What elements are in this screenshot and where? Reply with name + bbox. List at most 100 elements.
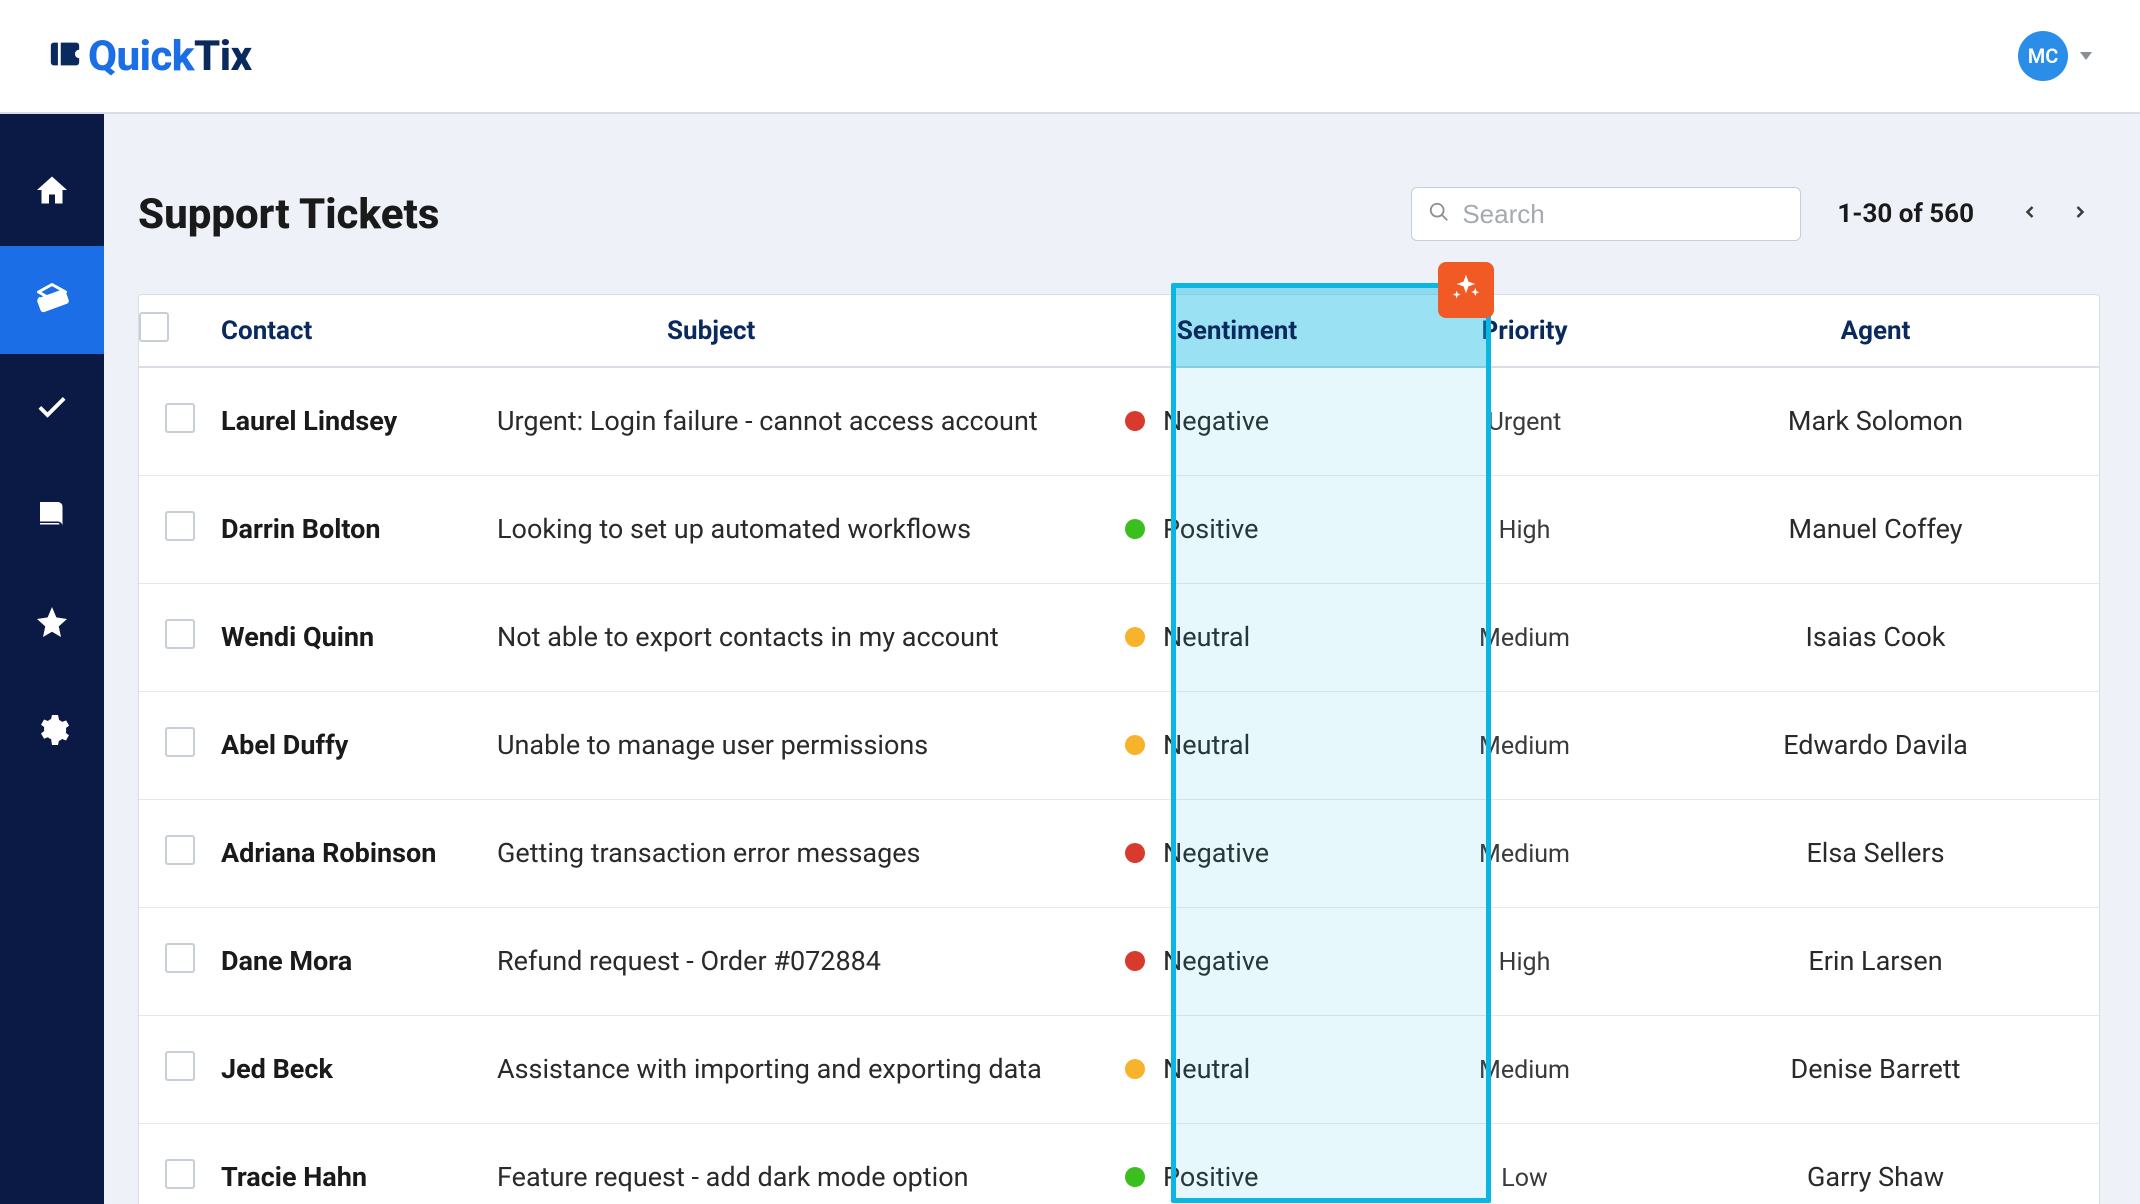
row-checkbox[interactable] [165,619,195,649]
row-check-cell [139,367,221,475]
agent-name: Garry Shaw [1807,1161,1944,1193]
row-check-cell [139,583,221,691]
table-row[interactable]: Darrin Bolton Looking to set up automated… [139,475,2099,583]
home-icon [34,172,70,212]
sentiment-dot-icon [1125,411,1145,431]
contact-cell: Tracie Hahn [221,1123,497,1204]
header-contact[interactable]: Contact [221,295,497,367]
subject-text: Looking to set up automated workflows [497,513,971,545]
subject-text: Not able to export contacts in my accoun… [497,621,999,653]
agent-cell: Elsa Sellers [1652,799,2099,907]
agent-name: Mark Solomon [1788,405,1963,437]
subject-cell: Feature request - add dark mode option [497,1123,1077,1204]
content-area: Support Tickets 1-30 of 560 [104,114,2140,1204]
sentiment-label: Negative [1163,837,1269,869]
table-row[interactable]: Tracie HahnFeature request - add dark mo… [139,1123,2099,1204]
header-sentiment[interactable]: Sentiment [1077,295,1397,367]
chevron-left-icon [2020,202,2040,226]
priority-text: Medium [1479,624,1570,653]
priority-cell: Medium [1397,799,1652,907]
agent-name: Manuel Coffey [1789,513,1963,545]
ai-badge-button[interactable] [1438,262,1494,318]
agent-name: Denise Barrett [1790,1053,1960,1085]
tickets-table: Contact Subject Sentiment Priority Agent… [139,295,2099,1204]
sentiment-cell: Negative [1077,799,1397,907]
sentiment-dot-icon [1125,1167,1145,1187]
row-checkbox[interactable] [165,943,195,973]
subject-text: Urgent: Login failure - cannot access ac… [497,405,1038,437]
row-checkbox[interactable] [165,835,195,865]
table-row[interactable]: Laurel LindseyUrgent: Login failure - ca… [139,367,2099,475]
sentiment-cell: Positive [1077,1123,1397,1204]
priority-text: Medium [1479,1056,1570,1085]
row-checkbox[interactable] [165,727,195,757]
contact-cell: Adriana Robinson [221,799,497,907]
table-row[interactable]: Abel DuffyUnable to manage user permissi… [139,691,2099,799]
subject-cell: Not able to export contacts in my accoun… [497,583,1077,691]
sidebar-item-favorites[interactable] [0,570,104,678]
sentiment-cell: Negative [1077,907,1397,1015]
contact-name: Dane Mora [221,945,352,977]
contact-cell: Darrin Bolton [221,475,497,583]
contact-cell: Jed Beck [221,1015,497,1123]
subject-text: Feature request - add dark mode option [497,1161,969,1193]
table-row[interactable]: Jed BeckAssistance with importing and ex… [139,1015,2099,1123]
sentiment-cell: Neutral [1077,1015,1397,1123]
row-checkbox[interactable] [165,1159,195,1189]
contact-cell: Wendi Quinn [221,583,497,691]
header-agent[interactable]: Agent [1652,295,2099,367]
priority-text: Medium [1479,840,1570,869]
ticket-icon [34,280,70,320]
row-checkbox[interactable] [165,1051,195,1081]
table-row[interactable]: Wendi Quinn Not able to export contacts i… [139,583,2099,691]
sidebar-item-settings[interactable] [0,678,104,786]
header-subject[interactable]: Subject [497,295,1077,367]
star-icon [34,604,70,644]
header-priority[interactable]: Priority [1397,295,1652,367]
agent-cell: Denise Barrett [1652,1015,2099,1123]
sidebar-item-home[interactable] [0,138,104,246]
brand-logo[interactable]: QuickTix [48,32,252,81]
contact-name: Jed Beck [221,1053,333,1085]
sidebar-item-tickets[interactable] [0,246,104,354]
row-check-cell [139,1123,221,1204]
priority-text: Medium [1479,732,1570,761]
sparkle-icon [1450,272,1482,308]
sentiment-dot-icon [1125,735,1145,755]
agent-cell: Garry Shaw [1652,1123,2099,1204]
subject-cell: Urgent: Login failure - cannot access ac… [497,367,1077,475]
book-icon [34,496,70,536]
page-title: Support Tickets [138,190,439,239]
priority-cell: Medium [1397,691,1652,799]
pager-prev-button[interactable] [2010,194,2050,234]
topbar: QuickTix MC [0,0,2140,114]
agent-name: Edwardo Davila [1783,729,1968,761]
search-box[interactable] [1411,187,1801,241]
contact-name: Wendi Quinn [221,621,374,653]
sentiment-label: Negative [1163,945,1269,977]
ticket-logo-icon [48,37,82,75]
table-row[interactable]: Dane Mora Refund request - Order #072884 N… [139,907,2099,1015]
search-input[interactable] [1462,199,1797,230]
table-row[interactable]: Adriana Robinson Getting transaction erro… [139,799,2099,907]
subject-cell: Refund request - Order #072884 [497,907,1077,1015]
brand-text: QuickTix [88,32,252,81]
row-checkbox[interactable] [165,511,195,541]
agent-name: Isaias Cook [1806,621,1946,653]
sidebar-item-tasks[interactable] [0,354,104,462]
agent-name: Elsa Sellers [1806,837,1944,869]
priority-text: High [1499,948,1551,977]
priority-cell: Medium [1397,1015,1652,1123]
contact-name: Darrin Bolton [221,513,381,545]
select-all-checkbox[interactable] [139,312,169,342]
pager-next-button[interactable] [2060,194,2100,234]
contact-name: Adriana Robinson [221,837,436,869]
priority-cell: Low [1397,1123,1652,1204]
avatar[interactable]: MC [2018,31,2068,81]
page-header: Support Tickets 1-30 of 560 [138,114,2100,294]
subject-text: Getting transaction error messages [497,837,920,869]
user-menu-caret-icon[interactable] [2080,52,2092,60]
row-checkbox[interactable] [165,403,195,433]
sidebar-item-knowledge[interactable] [0,462,104,570]
sentiment-dot-icon [1125,843,1145,863]
